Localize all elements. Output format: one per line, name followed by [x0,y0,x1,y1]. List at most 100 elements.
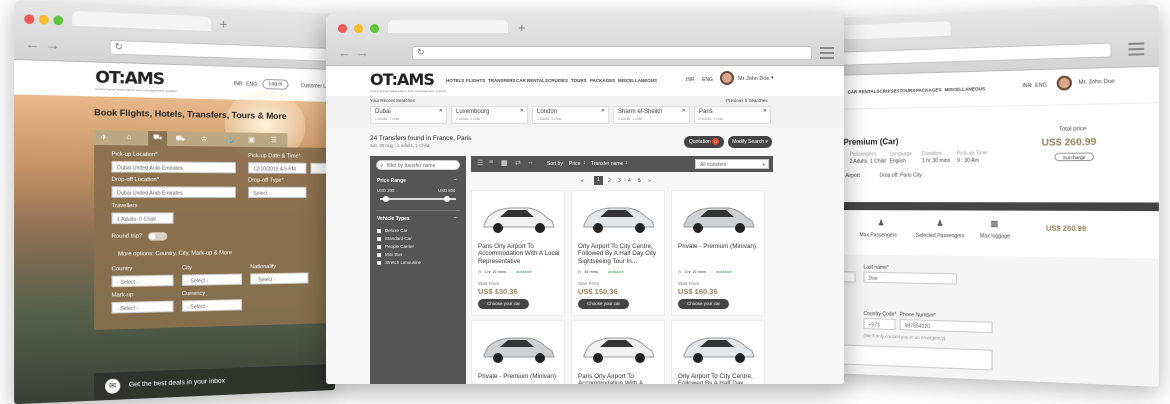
flight-tab-icon[interactable]: ✈ [101,133,107,142]
nav-transfers[interactable]: TRANSFERS [488,78,516,83]
vehicle-type-checkbox[interactable]: Mini Bus [377,252,402,257]
compact-view-icon[interactable]: ≡ [489,159,493,166]
maximize-dot-icon[interactable] [53,15,63,25]
misc-tab-icon[interactable]: ☰ [270,136,276,144]
recent-search-card[interactable]: Luxembourg 2 adults, 1 child ✕ [451,106,528,124]
avatar[interactable] [720,71,734,85]
modify-search-button[interactable]: Modify Search ▾ [728,136,772,148]
language-switch[interactable]: ENG [246,82,257,88]
page-number[interactable]: 4 [628,178,631,184]
page-prev[interactable]: « [581,178,584,184]
country-code-select[interactable]: +971 [864,318,896,330]
reload-icon[interactable]: ↻ [417,47,425,57]
nav-miscellaneous[interactable]: MISCELLANEOUS [945,86,986,92]
sort-price-icon[interactable]: ↕ [583,160,586,166]
cruise-tab-icon[interactable]: ⚓ [226,135,235,143]
minimize-dot-icon[interactable] [354,24,363,33]
phone-number-input[interactable]: 987654220 [900,319,993,333]
browser-tab[interactable] [830,21,951,40]
package-tab-icon[interactable]: ▣ [248,136,255,144]
price-range-collapse-icon[interactable]: – [454,177,457,183]
nav-tours[interactable]: TOURS [900,88,916,93]
page-next[interactable]: » [648,178,651,184]
nav-packages[interactable]: PACKAGES [590,78,615,83]
notes-textarea[interactable] [830,344,993,370]
nav-hotels[interactable]: HOTELS [446,78,464,83]
vehicle-type-checkbox[interactable]: People Carrier [377,244,414,249]
price-slider-max-handle[interactable] [444,196,450,202]
country-select[interactable]: - Select - [112,275,174,288]
transfer-card[interactable]: Orly Airport To City Centre, Followed By… [671,320,765,384]
back-arrow-icon[interactable]: ← [25,36,40,53]
round-trip-toggle[interactable] [148,232,167,240]
nationality-select[interactable]: - Select - [250,272,308,284]
hotel-tab-icon[interactable]: ⌂ [127,134,132,141]
user-name[interactable]: Mr. John Doe [1079,79,1115,86]
maximize-dot-icon[interactable] [370,24,379,33]
nav-car-rentals[interactable]: CAR RENTALS [848,89,880,95]
new-tab-icon[interactable]: + [518,20,526,35]
vehicle-type-checkbox[interactable]: Deluxe Car [377,228,408,233]
recent-search-card[interactable]: Dubai 2 adults, 1 child ✕ [370,106,447,124]
page-number[interactable]: 3 [618,178,621,184]
markup-select[interactable]: - Select - [112,301,174,314]
browser-tab[interactable] [388,20,508,33]
menu-icon[interactable] [1128,42,1144,59]
currency-switch[interactable]: INR [686,77,695,83]
vehicle-type-checkbox[interactable]: Standard Car [377,236,412,241]
currency-switch[interactable]: INR [234,81,243,87]
filter-by-name-input[interactable]: ⚲ filter by transfer name [376,160,460,170]
transfer-card[interactable]: Orly Airport To City Centre, Followed By… [571,190,665,316]
remove-search-icon[interactable]: ✕ [682,108,686,114]
share-icon[interactable]: ⇄ [515,159,521,167]
close-dot-icon[interactable] [24,14,34,24]
page-number[interactable]: 1 [594,176,603,185]
remove-search-icon[interactable]: ✕ [439,108,443,114]
choose-car-button[interactable]: Choose your car [478,299,529,309]
dropoff-location-input[interactable]: Dubai United Arab Emirates [112,186,236,198]
nav-cruises[interactable]: CRUISES [548,78,568,83]
forward-arrow-icon[interactable]: → [46,36,60,53]
close-dot-icon[interactable] [338,24,347,33]
recent-search-card[interactable]: Paris 2 adults, 1 child ✕ [694,106,771,124]
login-button[interactable]: Log in [262,79,288,90]
minimize-dot-icon[interactable] [39,15,49,25]
forward-arrow-icon[interactable]: → [356,45,369,60]
transfer-card[interactable]: Private - Premium (Minivan) ◷ 1 hr 15 mi… [671,190,765,316]
sort-price-option[interactable]: Price [569,161,580,167]
reload-icon[interactable]: ↻ [115,41,123,52]
all-transfers-select[interactable]: All transfers ▾ [695,159,769,169]
grid-view-icon[interactable]: ▦ [501,159,508,167]
language-switch[interactable]: ENG [1035,82,1047,89]
more-options-link[interactable]: More options: Country, City, Mark-up & M… [118,250,232,258]
list-view-icon[interactable]: ☰ [477,159,483,167]
page-number[interactable]: 5 [638,178,641,184]
pickup-date-input[interactable]: 12/10/2019 4:5 PM [248,162,306,174]
language-switch[interactable]: ENG [702,77,713,83]
transfer-card[interactable]: Private - Premium (Minivan) [471,320,565,384]
vehicle-type-checkbox[interactable]: Stretch Limousine [377,260,421,265]
last-name-input[interactable]: Doe [864,272,957,285]
brand-logo[interactable]: OT:AMS online travel reservation and mana… [95,67,177,93]
user-chevron-down-icon[interactable]: ▾ [771,75,774,81]
address-bar[interactable] [830,42,1112,66]
user-name[interactable]: Mr John Doe [738,76,770,82]
transfer-card[interactable]: Paris Orly Airport To Accommodation With… [471,190,565,316]
choose-car-button[interactable]: Choose your car [578,299,629,309]
page-number[interactable]: 2 [608,178,611,184]
browser-tab[interactable] [72,11,211,31]
travellers-input[interactable]: 1 Adults, 0 Child [112,212,174,224]
remove-search-icon[interactable]: ✕ [763,108,767,114]
remove-search-icon[interactable]: ✕ [601,108,605,114]
transfer-card[interactable]: Paris Orly Airport To Accommodation With… [571,320,665,384]
nav-packages[interactable]: PACKAGES [916,87,942,93]
sort-name-icon[interactable]: ↕ [625,160,628,166]
previous-searches-link[interactable]: Previous 5 Searches [726,98,768,103]
pickup-location-input[interactable]: Dubai United Arab Emirates [112,161,236,173]
brand-logo[interactable]: OT:AMS online travel reservation and mana… [370,70,446,93]
nav-miscellaneous[interactable]: MISCELLANEOUS [618,78,657,83]
vehicle-types-collapse-icon[interactable]: – [454,215,457,221]
price-slider-min-handle[interactable] [383,196,389,202]
surcharge-button[interactable]: Surcharge [1055,152,1094,161]
new-tab-icon[interactable]: + [219,16,227,32]
